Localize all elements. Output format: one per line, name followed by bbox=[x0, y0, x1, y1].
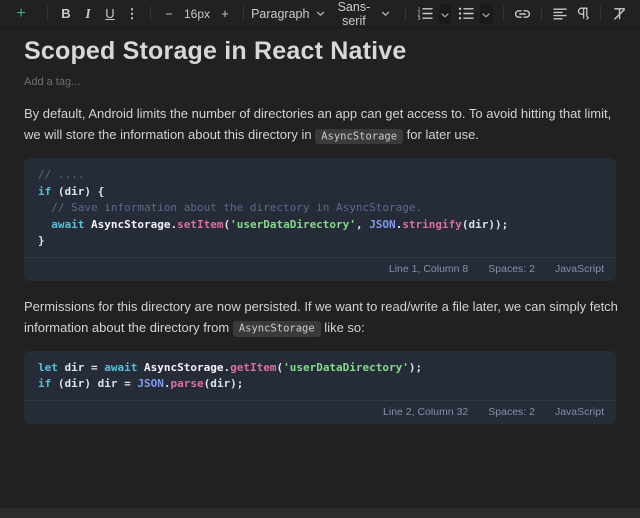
add-block-button[interactable]: + bbox=[10, 3, 32, 25]
language-label: JavaScript bbox=[555, 406, 604, 418]
align-left-icon bbox=[553, 8, 567, 20]
more-formatting-button[interactable]: ⋮ bbox=[121, 3, 143, 25]
align-left-button[interactable] bbox=[549, 3, 571, 25]
font-size-value: 16px bbox=[180, 7, 214, 21]
font-family-dropdown[interactable]: Sans-serif bbox=[326, 3, 399, 25]
ordered-list-icon: 1 2 3 bbox=[417, 7, 433, 20]
inline-code-chip: AsyncStorage bbox=[233, 321, 321, 337]
increase-font-size-button[interactable]: + bbox=[214, 3, 236, 25]
chevron-down-icon bbox=[316, 11, 325, 17]
code-line: if (dir) { bbox=[38, 184, 602, 201]
clear-formatting-icon bbox=[612, 7, 627, 20]
indentation-label: Spaces: 2 bbox=[488, 406, 535, 418]
toolbar-separator bbox=[600, 6, 601, 21]
cursor-position-label: Line 2, Column 32 bbox=[383, 406, 468, 418]
cursor-position-label: Line 1, Column 8 bbox=[389, 263, 468, 275]
toolbar-separator bbox=[243, 6, 244, 21]
code-status-bar: Line 1, Column 8 Spaces: 2 JavaScript bbox=[24, 257, 616, 281]
toolbar-separator bbox=[541, 6, 542, 21]
code-block: let dir = await AsyncStorage.getItem('us… bbox=[24, 351, 616, 424]
font-family-label: Sans-serif bbox=[334, 0, 375, 28]
toolbar-separator bbox=[405, 6, 406, 21]
unordered-list-icon bbox=[458, 7, 474, 20]
code-line: // .... bbox=[38, 167, 602, 184]
decrease-font-size-button[interactable]: − bbox=[158, 3, 180, 25]
insert-link-button[interactable] bbox=[511, 3, 534, 25]
code-status-bar: Line 2, Column 32 Spaces: 2 JavaScript bbox=[24, 400, 616, 424]
paragraph-style-label: Paragraph bbox=[251, 7, 309, 21]
unordered-list-options-button[interactable] bbox=[480, 4, 493, 24]
chevron-down-icon bbox=[381, 11, 390, 17]
unordered-list-button[interactable] bbox=[454, 3, 477, 25]
svg-text:3: 3 bbox=[417, 16, 420, 20]
language-label: JavaScript bbox=[555, 263, 604, 275]
underline-button[interactable]: U bbox=[99, 3, 121, 25]
code-editor-area[interactable]: let dir = await AsyncStorage.getItem('us… bbox=[24, 351, 616, 400]
bold-button[interactable]: B bbox=[55, 3, 77, 25]
horizontal-scrollbar-track bbox=[0, 508, 640, 518]
inline-code-chip: AsyncStorage bbox=[315, 129, 403, 145]
paragraph-direction-button[interactable] bbox=[571, 3, 593, 25]
italic-button[interactable]: I bbox=[77, 3, 99, 25]
code-line: if (dir) dir = JSON.parse(dir); bbox=[38, 376, 602, 393]
toolbar-separator bbox=[47, 6, 48, 21]
code-line: // Save information about the directory … bbox=[38, 200, 602, 217]
code-editor-area[interactable]: // ....if (dir) { // Save information ab… bbox=[24, 158, 616, 257]
code-line: let dir = await AsyncStorage.getItem('us… bbox=[38, 360, 602, 377]
add-tag-input[interactable]: Add a tag... bbox=[24, 76, 616, 88]
toolbar-separator bbox=[503, 6, 504, 21]
link-icon bbox=[514, 8, 531, 20]
editor-paragraph[interactable]: Permissions for this directory are now p… bbox=[24, 296, 618, 340]
formatting-toolbar: + B I U ⋮ − 16px + Paragraph Sans-serif bbox=[0, 0, 640, 28]
paragraph-style-dropdown[interactable]: Paragraph bbox=[251, 3, 325, 25]
ordered-list-button[interactable]: 1 2 3 bbox=[413, 3, 436, 25]
editor-paragraph[interactable]: By default, Android limits the number of… bbox=[24, 103, 618, 147]
note-editor-app: + B I U ⋮ − 16px + Paragraph Sans-serif bbox=[0, 0, 640, 518]
code-block: // ....if (dir) { // Save information ab… bbox=[24, 158, 616, 281]
chevron-down-icon bbox=[482, 6, 490, 21]
paragraph-direction-icon bbox=[575, 7, 590, 20]
ordered-list-options-button[interactable] bbox=[439, 4, 452, 24]
code-line: await AsyncStorage.setItem('userDataDire… bbox=[38, 217, 602, 234]
toolbar-separator bbox=[150, 6, 151, 21]
indentation-label: Spaces: 2 bbox=[488, 263, 535, 275]
code-line: } bbox=[38, 233, 602, 250]
chevron-down-icon bbox=[441, 6, 449, 21]
note-title-input[interactable]: Scoped Storage in React Native bbox=[24, 37, 616, 66]
clear-formatting-button[interactable] bbox=[608, 3, 630, 25]
